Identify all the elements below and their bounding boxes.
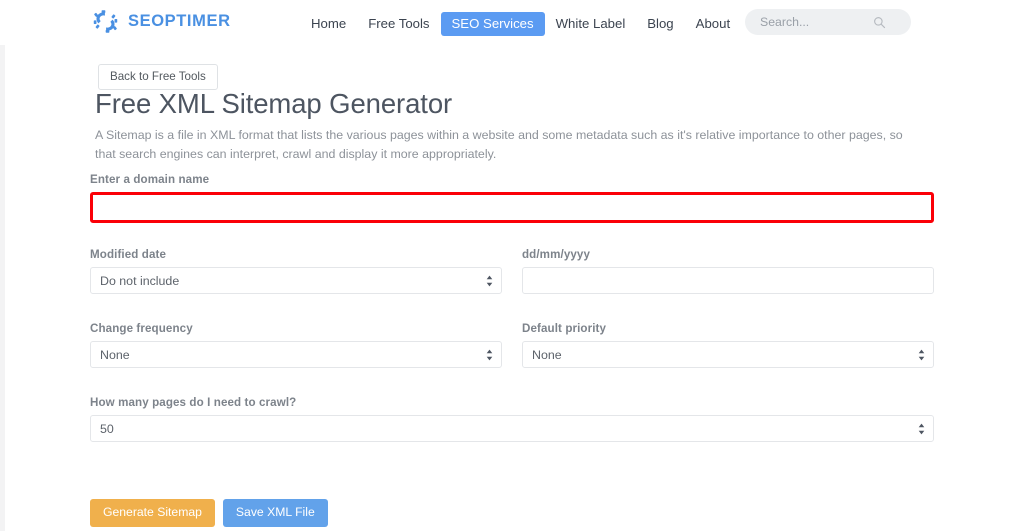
pages-to-crawl-label: How many pages do I need to crawl? <box>90 396 934 409</box>
form-actions: Generate Sitemap Save XML File <box>90 499 328 527</box>
field-domain: Enter a domain name <box>90 173 934 223</box>
change-frequency-select[interactable]: None <box>90 341 502 368</box>
field-default-priority: Default priority None <box>522 322 934 368</box>
form-row-frequency-priority: Change frequency None Default priority <box>0 322 934 368</box>
field-change-frequency: Change frequency None <box>90 322 502 368</box>
page-root: SEOPTIMER Home Free Tools SEO Services W… <box>0 0 1024 531</box>
save-xml-file-button[interactable]: Save XML File <box>223 499 328 527</box>
search-box[interactable] <box>745 9 911 35</box>
domain-input[interactable] <box>90 192 934 223</box>
date-value-input[interactable] <box>522 267 934 294</box>
sitemap-generator-form: Enter a domain name Modified date Do not… <box>0 173 1024 442</box>
chevron-updown-icon <box>486 349 493 361</box>
modified-date-select[interactable]: Do not include <box>90 267 502 294</box>
seoptimer-gear-logo-icon <box>92 8 119 35</box>
form-row-pages-to-crawl: How many pages do I need to crawl? 50 <box>0 396 934 442</box>
spacer <box>0 368 1024 396</box>
search-input[interactable] <box>745 10 873 34</box>
chevron-updown-icon <box>486 275 493 287</box>
nav-item-about[interactable]: About <box>685 12 741 36</box>
form-row-modified-date: Modified date Do not include dd/mm/yyyy <box>0 248 934 294</box>
chevron-updown-icon <box>918 349 925 361</box>
back-to-free-tools-button[interactable]: Back to Free Tools <box>98 64 218 90</box>
site-header: SEOPTIMER Home Free Tools SEO Services W… <box>0 0 1024 45</box>
field-pages-to-crawl: How many pages do I need to crawl? 50 <box>90 396 934 442</box>
pages-to-crawl-select[interactable]: 50 <box>90 415 934 442</box>
change-frequency-value: None <box>100 348 130 362</box>
pages-to-crawl-value: 50 <box>100 422 114 436</box>
field-modified-date: Modified date Do not include <box>90 248 502 294</box>
modified-date-value: Do not include <box>100 274 179 288</box>
spacer <box>0 294 1024 322</box>
default-priority-select[interactable]: None <box>522 341 934 368</box>
field-date-value: dd/mm/yyyy <box>522 248 934 294</box>
brand-name: SEOPTIMER <box>128 12 231 31</box>
spacer <box>0 223 1024 248</box>
nav-item-blog[interactable]: Blog <box>636 12 684 36</box>
modified-date-label: Modified date <box>90 248 502 261</box>
form-row-domain: Enter a domain name <box>0 173 934 223</box>
chevron-updown-icon <box>918 423 925 435</box>
generate-sitemap-button[interactable]: Generate Sitemap <box>90 499 215 527</box>
nav-item-home[interactable]: Home <box>300 12 357 36</box>
domain-label: Enter a domain name <box>90 173 934 186</box>
brand-logo-link[interactable]: SEOPTIMER <box>92 8 231 35</box>
default-priority-value: None <box>532 348 562 362</box>
nav-item-white-label[interactable]: White Label <box>545 12 637 36</box>
nav-item-free-tools[interactable]: Free Tools <box>357 12 440 36</box>
nav-item-seo-services[interactable]: SEO Services <box>441 12 545 36</box>
change-frequency-label: Change frequency <box>90 322 502 335</box>
page-title: Free XML Sitemap Generator <box>95 88 452 120</box>
search-icon[interactable] <box>873 16 886 29</box>
main-navigation: Home Free Tools SEO Services White Label… <box>300 12 795 36</box>
default-priority-label: Default priority <box>522 322 934 335</box>
page-description: A Sitemap is a file in XML format that l… <box>95 126 925 164</box>
date-value-label: dd/mm/yyyy <box>522 248 934 261</box>
